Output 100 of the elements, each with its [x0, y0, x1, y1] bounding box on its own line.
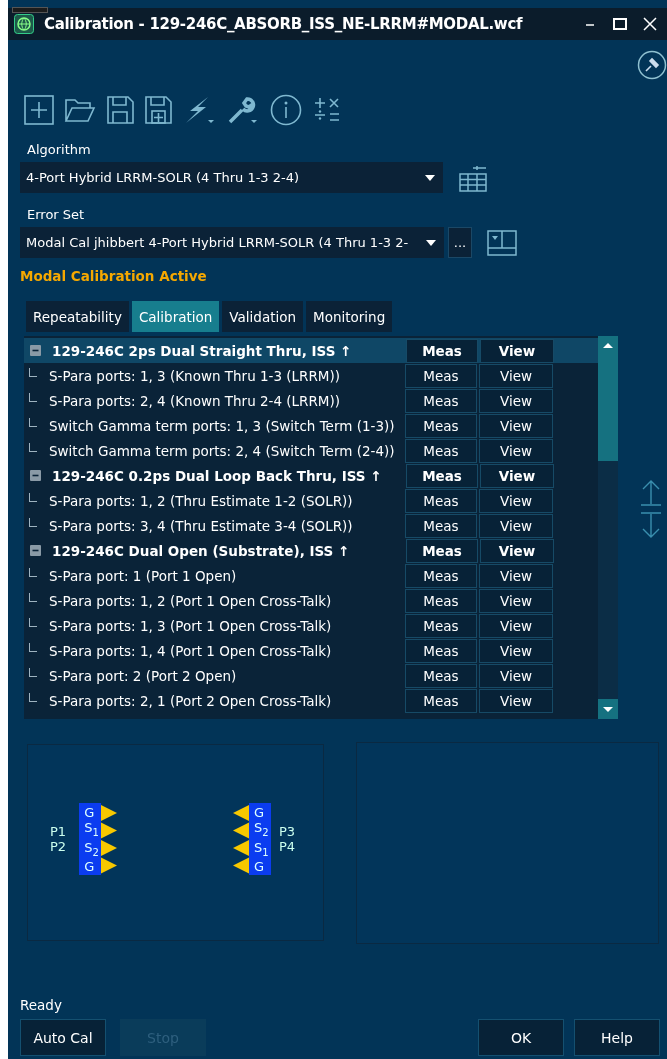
view-button[interactable]: View — [479, 588, 553, 613]
view-button[interactable]: View — [479, 363, 553, 388]
field-label: Algorithm — [27, 142, 92, 158]
add-icon[interactable] — [24, 94, 54, 126]
row-label: S-Para ports: 2, 4 (Known Thru 2-4 (LRRM)) — [49, 392, 341, 409]
tree-row[interactable]: 129-246C Dual Open (Substrate), ISS ↑ Meas View — [24, 538, 598, 563]
view-button[interactable]: View — [479, 613, 553, 638]
view-button[interactable]: View — [479, 563, 553, 588]
collapse-icon[interactable] — [30, 470, 41, 481]
view-button[interactable]: View — [480, 538, 554, 563]
browse-button[interactable]: ... — [448, 227, 472, 258]
pad-label: G — [83, 859, 96, 875]
view-button[interactable]: View — [479, 488, 553, 513]
row-label: 129-246C 2ps Dual Straight Thru, ISS ↑ — [52, 342, 352, 359]
algorithm-dropdown[interactable]: 4-Port Hybrid LRRM-SOLR (4 Thru 1-3 2-4) — [20, 162, 443, 193]
save-as-icon[interactable] — [144, 94, 172, 126]
port-label: P4 — [278, 839, 295, 854]
scrollbar-thumb[interactable] — [598, 356, 618, 461]
tree-row[interactable]: Switch Gamma term ports: 1, 3 (Switch Term (1-3)) Meas View — [24, 413, 598, 438]
pad-label: G — [252, 859, 265, 875]
error-set-dropdown[interactable]: Modal Cal jhibbert 4-Port Hybrid LRRM-SOLR (4 Thru 1-3 2- — [20, 227, 444, 258]
globe-icon — [14, 14, 34, 34]
view-button[interactable]: View — [480, 338, 554, 363]
row-label: S-Para ports: 1, 2 (Thru Estimate 1-2 (SOLR)) — [49, 492, 353, 509]
tree-line-icon — [29, 568, 37, 577]
dropdown-caret-icon — [426, 239, 436, 246]
view-button[interactable]: View — [479, 513, 553, 538]
tree-row[interactable]: 129-246C 2ps Dual Straight Thru, ISS ↑ Meas View — [24, 338, 598, 363]
view-button[interactable]: View — [479, 638, 553, 663]
measure-button[interactable]: Meas — [405, 613, 477, 638]
tree-line-icon — [29, 443, 37, 452]
field-label: Error Set — [27, 207, 86, 223]
measure-button[interactable]: Meas — [405, 513, 477, 538]
measure-button[interactable]: Meas — [405, 663, 477, 688]
tree-row[interactable]: Switch Gamma term ports: 2, 4 (Switch Term (2-4)) Meas View — [24, 438, 598, 463]
tree-row[interactable]: S-Para port: 1 (Port 1 Open) Meas View — [24, 563, 598, 588]
tree-line-icon — [29, 518, 37, 527]
row-label: S-Para ports: 1, 3 (Known Thru 1-3 (LRRM)) — [49, 367, 341, 384]
panel-layout-icon[interactable] — [486, 228, 518, 257]
row-label: S-Para port: 2 (Port 2 Open) — [49, 667, 237, 684]
measure-button[interactable]: Meas — [406, 538, 478, 563]
status-text: Ready — [20, 997, 63, 1013]
measure-button[interactable]: Meas — [406, 463, 478, 488]
measure-button[interactable]: Meas — [405, 488, 477, 513]
info-icon[interactable] — [270, 94, 302, 126]
tree-line-icon — [29, 418, 37, 427]
measure-button[interactable]: Meas — [405, 413, 477, 438]
port-label: P3 — [278, 824, 295, 839]
row-label: Switch Gamma term ports: 1, 3 (Switch Term (1-3)) — [49, 417, 395, 434]
tree-row[interactable]: S-Para ports: 1, 2 (Thru Estimate 1-2 (SOLR)) Meas View — [24, 488, 598, 513]
tree-row[interactable]: S-Para ports: 1, 2 (Port 1 Open Cross-Talk) Meas View — [24, 588, 598, 613]
row-label: S-Para port: 1 (Port 1 Open) — [49, 567, 237, 584]
measure-button[interactable]: Meas — [405, 638, 477, 663]
view-button[interactable]: View — [480, 463, 554, 488]
tab[interactable]: Repeatability — [26, 301, 129, 332]
collapse-icon[interactable] — [30, 345, 41, 356]
tab[interactable]: Calibration — [131, 301, 220, 332]
down-arrow-icon[interactable] — [640, 510, 662, 540]
up-arrow-icon[interactable] — [640, 478, 662, 506]
row-label: 129-246C Dual Open (Substrate), ISS ↑ — [52, 542, 350, 559]
calibration-status: Modal Calibration Active — [20, 268, 208, 284]
row-label: S-Para ports: 1, 2 (Port 1 Open Cross-Talk) — [49, 592, 332, 609]
tree-row[interactable]: S-Para ports: 1, 3 (Known Thru 1-3 (LRRM)) Meas View — [24, 363, 598, 388]
tab[interactable]: Validation — [222, 301, 304, 332]
view-button[interactable]: View — [479, 438, 553, 463]
tree-row[interactable]: S-Para port: 2 (Port 2 Open) Meas View — [24, 663, 598, 688]
row-label: S-Para ports: 3, 4 (Thru Estimate 3-4 (SOLR)) — [49, 517, 353, 534]
table-settings-icon[interactable] — [457, 163, 489, 192]
tree-row[interactable]: 129-246C 0.2ps Dual Loop Back Thru, ISS ↑ Meas View — [24, 463, 598, 488]
pad-label: S$_{1}$ — [83, 820, 100, 840]
tree-row[interactable]: S-Para ports: 1, 4 (Port 1 Open Cross-Talk) Meas View — [24, 638, 598, 663]
tree-line-icon — [29, 368, 37, 377]
dialog-button[interactable]: OK — [478, 1019, 564, 1056]
tab[interactable]: Monitoring — [306, 301, 393, 332]
port-label: P1 — [50, 824, 67, 839]
measure-button[interactable]: Meas — [405, 363, 477, 388]
row-label: S-Para ports: 1, 3 (Port 1 Open Cross-Talk) — [49, 617, 332, 634]
probe-tips-icon — [101, 804, 118, 874]
dropdown-caret-icon — [425, 174, 435, 181]
dialog-button[interactable]: Help — [574, 1019, 660, 1056]
tree-line-icon — [29, 693, 37, 702]
tree-line-icon — [29, 493, 37, 502]
measure-button[interactable]: Meas — [405, 438, 477, 463]
collapse-icon[interactable] — [30, 545, 41, 556]
tree-row[interactable]: S-Para ports: 3, 4 (Thru Estimate 3-4 (SOLR)) Meas View — [24, 513, 598, 538]
measure-button[interactable]: Meas — [405, 588, 477, 613]
save-icon[interactable] — [106, 94, 134, 126]
tree-row[interactable]: S-Para ports: 2, 1 (Port 2 Open Cross-Talk) Meas View — [24, 688, 598, 713]
dialog-button[interactable]: Auto Cal — [20, 1019, 106, 1056]
view-button[interactable]: View — [479, 663, 553, 688]
tree-row[interactable]: S-Para ports: 2, 4 (Known Thru 2-4 (LRRM)) Meas View — [24, 388, 598, 413]
tree-row[interactable]: S-Para ports: 1, 3 (Port 1 Open Cross-Talk) Meas View — [24, 613, 598, 638]
measure-button[interactable]: Meas — [405, 688, 477, 713]
view-button[interactable]: View — [479, 413, 553, 438]
window-grip[interactable] — [12, 7, 48, 13]
measure-button[interactable]: Meas — [406, 338, 478, 363]
view-button[interactable]: View — [479, 388, 553, 413]
view-button[interactable]: View — [479, 688, 553, 713]
measure-button[interactable]: Meas — [405, 563, 477, 588]
measure-button[interactable]: Meas — [405, 388, 477, 413]
